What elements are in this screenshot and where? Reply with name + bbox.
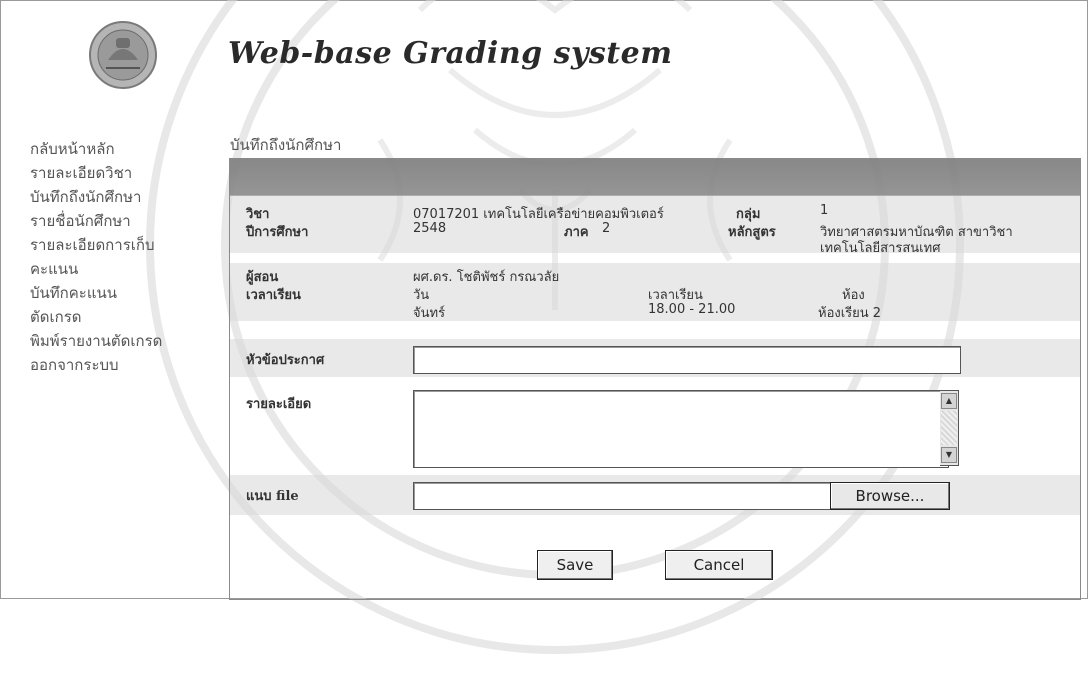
year-label: ปีการศึกษา xyxy=(246,225,309,240)
attach-file-input[interactable] xyxy=(413,482,833,510)
curriculum-label: หลักสูตร xyxy=(728,225,776,240)
page-title: บันทึกถึงนักศึกษา xyxy=(230,136,342,154)
cancel-button[interactable]: Cancel xyxy=(665,550,773,580)
announcement-subject-input[interactable] xyxy=(413,346,961,374)
sidebar-item-grading[interactable]: ตัดเกรด xyxy=(30,305,210,329)
group-value: 1 xyxy=(820,203,829,218)
sidebar-item-score-details-cont[interactable]: คะแนน xyxy=(30,257,210,281)
attach-file-label: แนบ file xyxy=(246,489,299,504)
panel-header-bar xyxy=(230,159,1080,196)
day-value: จันทร์ xyxy=(413,306,446,321)
sidebar-item-record-scores[interactable]: บันทึกคะแนน xyxy=(30,281,210,305)
sidebar-item-logout[interactable]: ออกจากระบบ xyxy=(30,353,210,377)
term-label: ภาค xyxy=(564,225,589,240)
subject-value: 07017201 เทคโนโลยีเครือข่ายคอมพิวเตอร์ xyxy=(413,207,664,222)
scroll-down-icon[interactable]: ▼ xyxy=(941,447,957,463)
app-title: Web-base Grading system xyxy=(228,36,673,71)
university-logo xyxy=(89,21,157,89)
browse-button[interactable]: Browse... xyxy=(830,482,950,510)
save-button[interactable]: Save xyxy=(537,550,613,580)
year-value: 2548 xyxy=(413,221,447,236)
term-value: 2 xyxy=(602,221,611,236)
sidebar-item-student-notes[interactable]: บันทึกถึงนักศึกษา xyxy=(30,185,210,209)
sidebar-item-print-report[interactable]: พิมพ์รายงานตัดเกรด xyxy=(30,329,210,353)
room-value: ห้องเรียน 2 xyxy=(818,306,882,321)
sidebar-item-course-details[interactable]: รายละเอียดวิชา xyxy=(30,161,210,185)
sidebar-item-score-details[interactable]: รายละเอียดการเก็บ xyxy=(30,233,210,257)
scroll-up-icon[interactable]: ▲ xyxy=(941,393,957,409)
detail-scrollbar[interactable]: ▲ ▼ xyxy=(940,390,959,466)
announcement-form-panel: วิชา 07017201 เทคโนโลยีเครือข่ายคอมพิวเต… xyxy=(229,158,1081,600)
schedule-label: เวลาเรียน xyxy=(246,288,301,303)
announcement-detail-textarea[interactable] xyxy=(413,390,949,468)
sidebar-nav: กลับหน้าหลัก รายละเอียดวิชา บันทึกถึงนัก… xyxy=(30,137,210,377)
sidebar-item-home[interactable]: กลับหน้าหลัก xyxy=(30,137,210,161)
time-value: 18.00 - 21.00 xyxy=(648,302,736,317)
instructor-value: ผศ.ดร. โชติพัชร์ กรณวลัย xyxy=(413,270,560,285)
curriculum-value-line2: เทคโนโลยีสารสนเทศ xyxy=(820,241,941,256)
scroll-track[interactable] xyxy=(941,411,957,445)
announcement-detail-label: รายละเอียด xyxy=(246,397,312,412)
announcement-subject-label: หัวข้อประกาศ xyxy=(246,353,325,368)
sidebar-item-student-list[interactable]: รายชื่อนักศึกษา xyxy=(30,209,210,233)
